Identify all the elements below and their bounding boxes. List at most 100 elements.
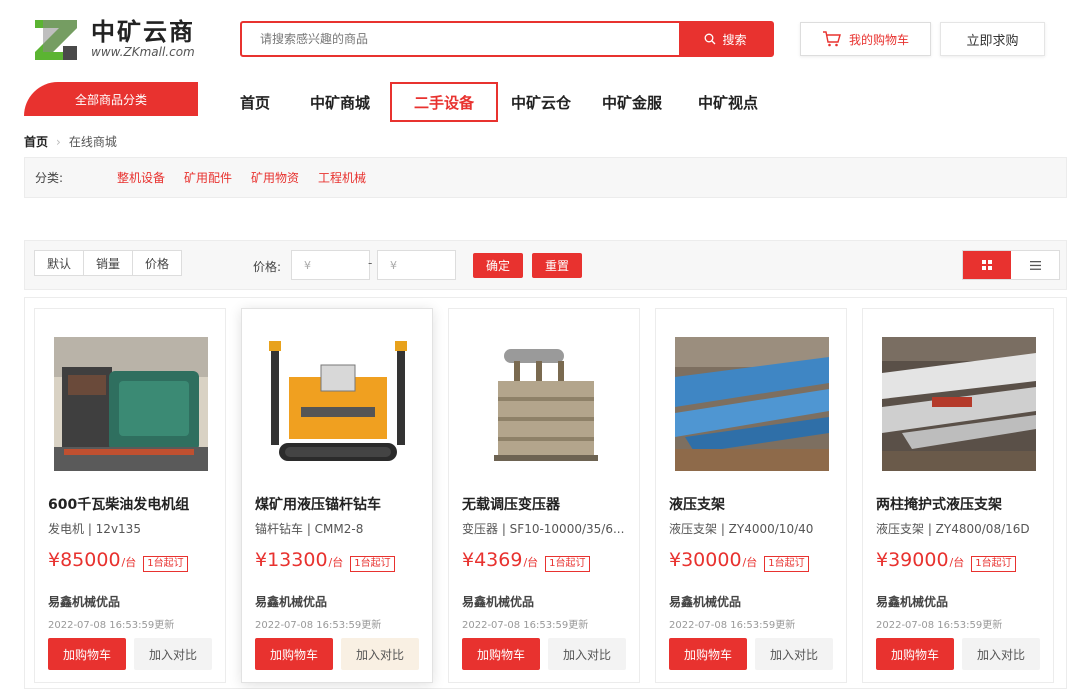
add-to-cart-button[interactable]: 加购物车 <box>669 638 747 670</box>
product-card[interactable]: 600千瓦柴油发电机组 发电机 | 12v135 ¥85000 /台 1台起订 … <box>34 308 226 683</box>
update-date: 2022-07-08 16:53:59更新 <box>669 620 796 631</box>
product-card[interactable]: 煤矿用液压锚杆钻车 锚杆钻车 | CMM2-8 ¥13300 /台 1台起订 易… <box>241 308 433 683</box>
list-view-button[interactable] <box>1011 251 1059 279</box>
moq-badge: 1台起订 <box>764 556 809 572</box>
price-min-input[interactable]: ¥ <box>291 250 370 280</box>
price-max-input[interactable]: ¥ <box>377 250 456 280</box>
add-to-cart-button[interactable]: 加购物车 <box>462 638 540 670</box>
product-price: ¥4369 /台 1台起订 <box>462 549 590 572</box>
price-reset-button[interactable]: 重置 <box>532 253 582 278</box>
add-to-compare-button[interactable]: 加入对比 <box>134 638 212 670</box>
breadcrumb-home[interactable]: 首页 <box>24 133 48 150</box>
add-to-cart-button[interactable]: 加购物车 <box>876 638 954 670</box>
price-value: ¥13300 <box>255 549 328 571</box>
sort-price[interactable]: 价格 <box>133 251 181 275</box>
add-to-compare-button[interactable]: 加入对比 <box>755 638 833 670</box>
price-value: ¥39000 <box>876 549 949 571</box>
sort-filter-bar: 默认 销量 价格 价格: ¥ - ¥ 确定 重置 <box>24 240 1067 290</box>
nav-item-used-equipment[interactable]: 二手设备 <box>390 82 498 122</box>
search-button[interactable]: 搜索 <box>679 23 772 55</box>
category-link-complete-machine[interactable]: 整机设备 <box>117 169 165 186</box>
grid-view-icon <box>982 260 992 270</box>
breadcrumb-separator-icon: › <box>56 134 61 149</box>
product-card[interactable]: 无载调压变压器 变压器 | SF10-10000/35/6... ¥4369 /… <box>448 308 640 683</box>
product-card[interactable]: 液压支架 液压支架 | ZY4000/10/40 ¥30000 /台 1台起订 … <box>655 308 847 683</box>
moq-badge: 1台起订 <box>545 556 590 572</box>
search-input[interactable] <box>242 23 679 55</box>
product-spec: 发电机 | 12v135 <box>48 522 141 536</box>
price-value: ¥30000 <box>669 549 742 571</box>
add-to-cart-button[interactable]: 加购物车 <box>255 638 333 670</box>
view-toggle <box>962 250 1060 280</box>
product-image[interactable] <box>882 337 1036 471</box>
price-value: ¥4369 <box>462 549 523 571</box>
product-title[interactable]: 无载调压变压器 <box>462 494 560 514</box>
update-date: 2022-07-08 16:53:59更新 <box>48 620 175 631</box>
product-image[interactable] <box>54 337 208 471</box>
breadcrumb: 首页 › 在线商城 <box>24 133 117 150</box>
nav-item-cloud-warehouse[interactable]: 中矿云仓 <box>498 82 584 122</box>
list-view-icon <box>1029 260 1041 270</box>
seller-name[interactable]: 易鑫机械优品 <box>462 593 534 610</box>
search-button-label: 搜索 <box>722 32 747 47</box>
category-label: 分类: <box>35 171 64 185</box>
category-filter-bar: 分类: 整机设备 矿用配件 矿用物资 工程机械 <box>24 157 1067 198</box>
product-price: ¥13300 /台 1台起订 <box>255 549 395 572</box>
price-value: ¥85000 <box>48 549 121 571</box>
add-to-compare-button[interactable]: 加入对比 <box>548 638 626 670</box>
nav-item-viewpoint[interactable]: 中矿视点 <box>680 82 776 122</box>
sort-sales[interactable]: 销量 <box>84 251 134 275</box>
grid-view-button[interactable] <box>963 251 1011 279</box>
logo-mark-icon <box>33 16 79 62</box>
search-icon <box>705 33 716 45</box>
product-price: ¥85000 /台 1台起订 <box>48 549 188 572</box>
price-unit: /台 <box>328 556 344 569</box>
seller-name[interactable]: 易鑫机械优品 <box>48 593 120 610</box>
price-unit: /台 <box>121 556 137 569</box>
product-image[interactable] <box>261 337 415 471</box>
price-unit: /台 <box>949 556 965 569</box>
update-date: 2022-07-08 16:53:59更新 <box>876 620 1003 631</box>
sort-default[interactable]: 默认 <box>35 251 85 275</box>
seller-name[interactable]: 易鑫机械优品 <box>255 593 327 610</box>
seller-name[interactable]: 易鑫机械优品 <box>876 593 948 610</box>
price-confirm-button[interactable]: 确定 <box>473 253 523 278</box>
product-spec: 液压支架 | ZY4800/08/16D <box>876 522 1030 536</box>
add-to-cart-button[interactable]: 加购物车 <box>48 638 126 670</box>
product-title[interactable]: 煤矿用液压锚杆钻车 <box>255 494 381 514</box>
category-link-supplies[interactable]: 矿用物资 <box>251 169 299 186</box>
product-grid: 600千瓦柴油发电机组 发电机 | 12v135 ¥85000 /台 1台起订 … <box>24 297 1067 689</box>
price-filter-label: 价格: <box>253 260 282 274</box>
seller-name[interactable]: 易鑫机械优品 <box>669 593 741 610</box>
category-link-engineering[interactable]: 工程机械 <box>318 169 366 186</box>
product-card[interactable]: 两柱掩护式液压支架 液压支架 | ZY4800/08/16D ¥39000 /台… <box>862 308 1054 683</box>
product-image[interactable] <box>675 337 829 471</box>
moq-badge: 1台起订 <box>971 556 1016 572</box>
my-cart-button[interactable]: 我的购物车 <box>800 22 931 56</box>
main-nav: 首页 中矿商城 二手设备 中矿云仓 中矿金服 中矿视点 <box>220 82 776 122</box>
nav-item-finance[interactable]: 中矿金服 <box>584 82 680 122</box>
category-link-parts[interactable]: 矿用配件 <box>184 169 232 186</box>
search-bar: 搜索 <box>240 21 774 57</box>
product-title[interactable]: 液压支架 <box>669 494 725 514</box>
logo-url: www.ZKmall.com <box>91 45 195 59</box>
product-image[interactable] <box>468 337 622 471</box>
update-date: 2022-07-08 16:53:59更新 <box>255 620 382 631</box>
sort-group: 默认 销量 价格 <box>34 250 183 276</box>
add-to-compare-button[interactable]: 加入对比 <box>341 638 419 670</box>
product-title[interactable]: 600千瓦柴油发电机组 <box>48 494 189 514</box>
price-unit: /台 <box>523 556 539 569</box>
product-title[interactable]: 两柱掩护式液压支架 <box>876 494 1002 514</box>
product-price: ¥39000 /台 1台起订 <box>876 549 1016 572</box>
buy-request-button[interactable]: 立即求购 <box>940 22 1045 56</box>
my-cart-label: 我的购物车 <box>848 32 909 47</box>
nav-item-mall[interactable]: 中矿商城 <box>290 82 390 122</box>
moq-badge: 1台起订 <box>143 556 188 572</box>
price-range-dash: - <box>368 256 373 270</box>
add-to-compare-button[interactable]: 加入对比 <box>962 638 1040 670</box>
price-unit: /台 <box>742 556 758 569</box>
all-categories-button[interactable]: 全部商品分类 <box>24 82 198 116</box>
site-logo[interactable]: 中矿云商 www.ZKmall.com <box>33 14 203 64</box>
product-spec: 变压器 | SF10-10000/35/6... <box>462 522 625 536</box>
nav-item-home[interactable]: 首页 <box>220 82 290 122</box>
